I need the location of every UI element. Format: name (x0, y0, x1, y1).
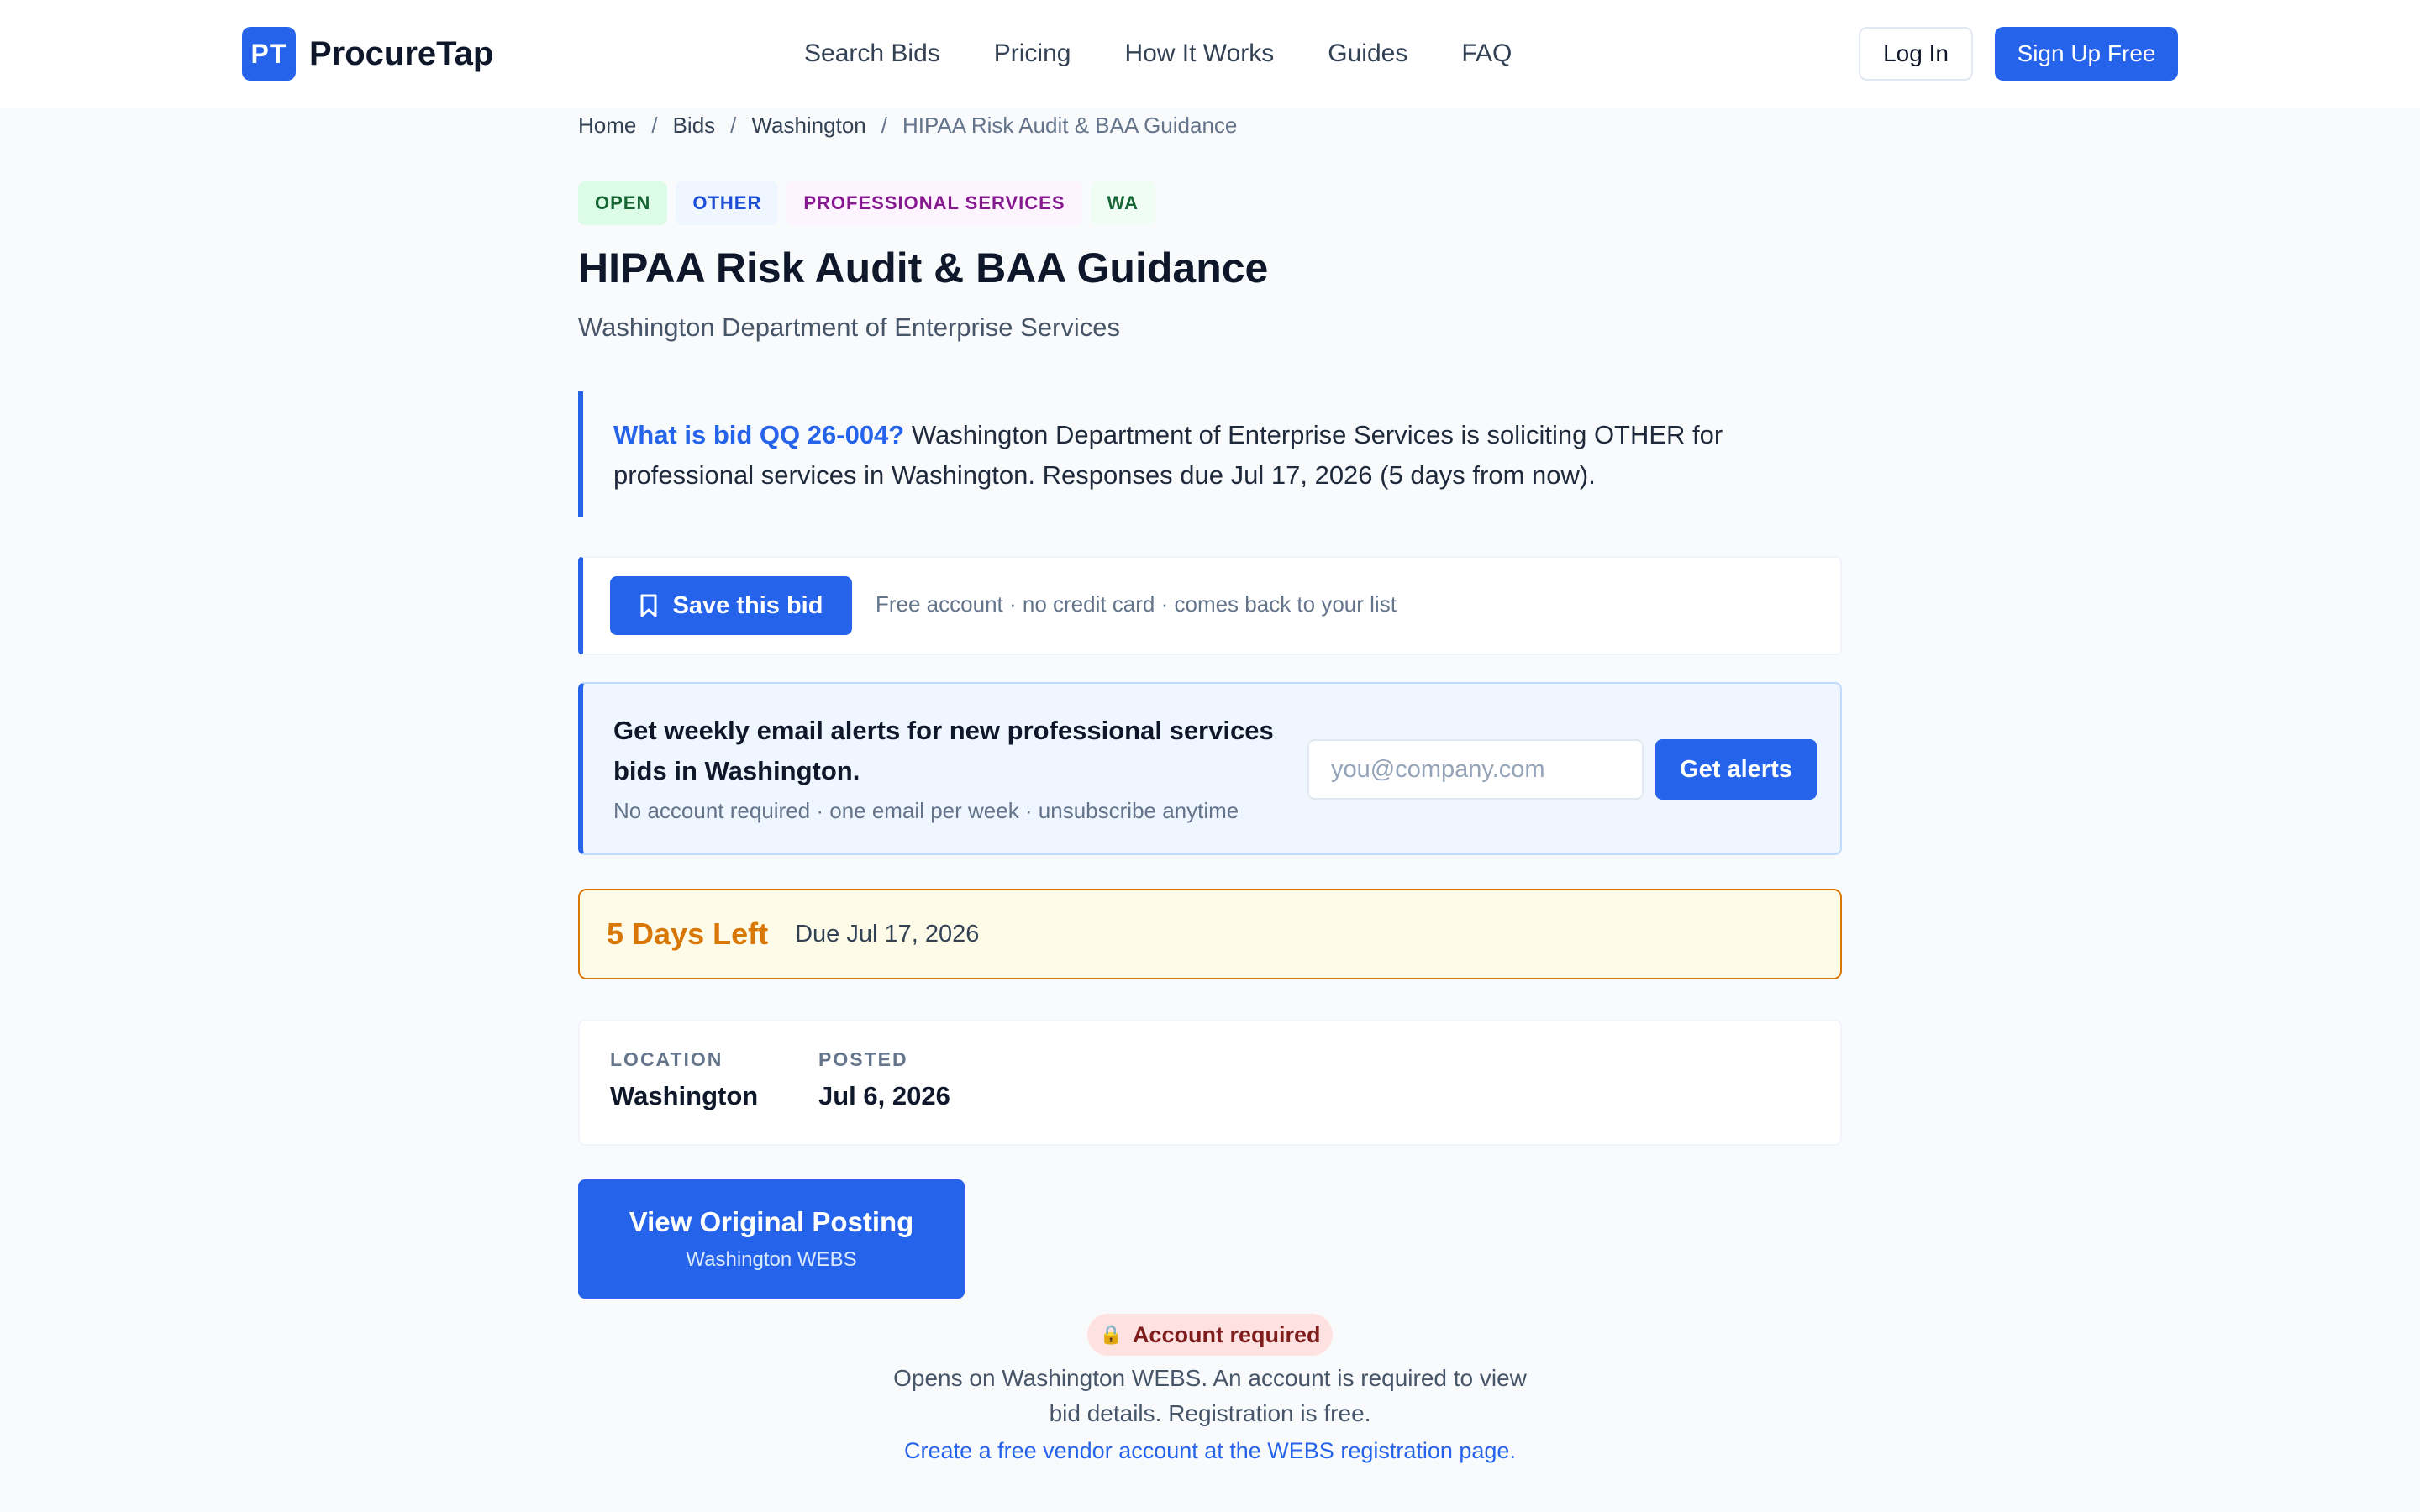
meta-posted: POSTED Jul 6, 2026 (818, 1048, 950, 1111)
bid-tags: OPEN OTHER PROFESSIONAL SERVICES WA (578, 181, 1155, 225)
view-original-button[interactable]: View Original Posting Washington WEBS (578, 1179, 965, 1299)
breadcrumb: Home / Bids / Washington / HIPAA Risk Au… (578, 113, 1237, 139)
breadcrumb-bids[interactable]: Bids (673, 113, 716, 139)
nav-search-bids[interactable]: Search Bids (804, 34, 940, 74)
bookmark-icon (640, 594, 657, 617)
save-note: Free account · no credit card · comes ba… (876, 591, 1397, 617)
save-bid-panel: Save this bid Free account · no credit c… (578, 556, 1842, 655)
breadcrumb-washington[interactable]: Washington (751, 113, 865, 139)
account-required-label: Account required (1132, 1321, 1321, 1347)
account-required-badge: 🔒 Account required (1087, 1314, 1333, 1356)
bid-meta: LOCATION Washington POSTED Jul 6, 2026 (578, 1020, 1842, 1146)
login-button[interactable]: Log In (1859, 27, 1973, 81)
alert-title: Get weekly email alerts for new professi… (613, 716, 1274, 785)
nav-faq[interactable]: FAQ (1461, 34, 1512, 74)
location-label: LOCATION (610, 1048, 723, 1070)
account-note: Opens on Washington WEBS. An account is … (893, 1365, 1527, 1426)
breadcrumb-current: HIPAA Risk Audit & BAA Guidance (902, 113, 1238, 138)
due-date: Due Jul 17, 2026 (795, 920, 980, 948)
location-value: Washington (610, 1081, 759, 1110)
brand-name: ProcureTap (309, 34, 494, 72)
page-title: HIPAA Risk Audit & BAA Guidance (578, 244, 1269, 291)
category-badge: OTHER (676, 181, 779, 225)
nav-guides[interactable]: Guides (1328, 34, 1407, 74)
summary-question: What is bid QQ 26-004? (613, 420, 905, 449)
agency-name: Washington Department of Enterprise Serv… (578, 312, 1120, 342)
brand-logo[interactable]: PT ProcureTap (242, 27, 493, 81)
breadcrumb-home[interactable]: Home (578, 113, 636, 139)
status-badge: OPEN (578, 181, 668, 225)
days-left: 5 Days Left (607, 916, 769, 951)
signup-button[interactable]: Sign Up Free (1995, 27, 2178, 81)
alert-note: No account required · one email per week… (613, 798, 1239, 823)
breadcrumb-separator: / (881, 113, 887, 138)
site-header: PT ProcureTap Search Bids Pricing How It… (0, 0, 2420, 108)
deadline-banner: 5 Days Left Due Jul 17, 2026 (578, 889, 1842, 979)
save-bid-label: Save this bid (672, 591, 823, 619)
save-bid-button[interactable]: Save this bid (610, 576, 852, 635)
registration-link[interactable]: Create a free vendor account at the WEBS… (578, 1438, 1842, 1464)
breadcrumb-separator: / (730, 113, 737, 138)
breadcrumb-separator: / (651, 113, 658, 138)
get-alerts-button[interactable]: Get alerts (1655, 739, 1817, 800)
service-badge: PROFESSIONAL SERVICES (786, 181, 1082, 225)
email-field[interactable] (1307, 739, 1644, 800)
logo-mark: PT (242, 27, 296, 81)
lock-icon: 🔒 (1099, 1324, 1123, 1345)
state-badge: WA (1090, 181, 1155, 225)
view-original-label: View Original Posting (629, 1206, 914, 1237)
main-nav: Search Bids Pricing How It Works Guides … (804, 34, 1512, 74)
meta-location: LOCATION Washington (610, 1048, 758, 1111)
nav-pricing[interactable]: Pricing (994, 34, 1071, 74)
bid-summary: What is bid QQ 26-004? Washington Depart… (578, 391, 1842, 517)
email-alert-panel: Get weekly email alerts for new professi… (578, 682, 1842, 855)
posted-value: Jul 6, 2026 (818, 1081, 950, 1110)
original-source: Washington WEBS (686, 1248, 857, 1271)
posted-label: POSTED (818, 1048, 908, 1070)
nav-how-it-works[interactable]: How It Works (1124, 34, 1274, 74)
